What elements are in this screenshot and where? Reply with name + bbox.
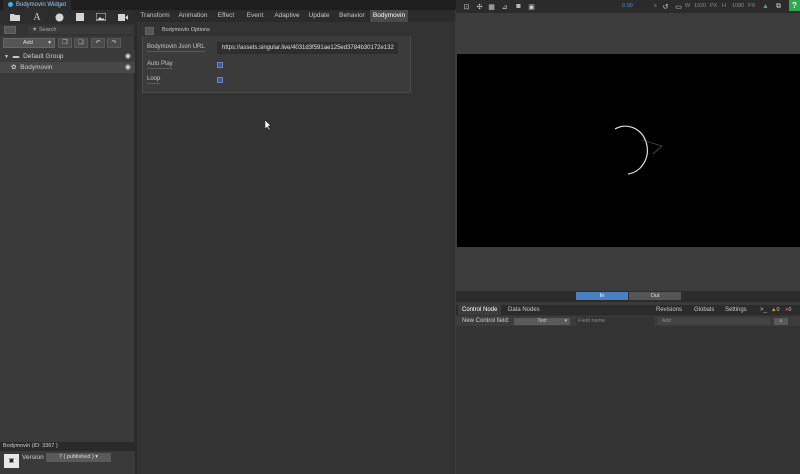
control-node-panel xyxy=(456,305,800,474)
add-label: Add xyxy=(23,40,33,46)
new-field-label: New Control field: xyxy=(462,318,510,324)
version-label: Version xyxy=(22,454,44,461)
undo-icon[interactable]: ↶ xyxy=(91,38,105,48)
loop-label: Loop xyxy=(147,76,161,84)
error-value: 0 xyxy=(788,307,792,313)
monitor-icon[interactable]: ▭ xyxy=(674,2,683,11)
window-title: Bodymovin Widget xyxy=(16,2,67,8)
add-field-button[interactable]: Add xyxy=(658,318,770,325)
tree-group-default[interactable]: ▼ ▬ Default Group ◉ xyxy=(0,51,135,62)
text-icon[interactable]: A xyxy=(31,12,43,23)
tab-control-node[interactable]: Control Node xyxy=(458,305,502,315)
collapse-icon[interactable] xyxy=(145,27,154,35)
layer-search-input[interactable]: ▼ Search xyxy=(28,26,133,34)
square-icon[interactable] xyxy=(74,12,86,22)
video-icon[interactable] xyxy=(117,12,129,22)
filter-icon: ▼ xyxy=(32,27,39,33)
layer-toolbar: A xyxy=(0,10,135,24)
properties-tabs: Transform Animation Effect Event Adaptiv… xyxy=(135,10,455,22)
preview-toolbar: ⊡ ✣ ▦ ⊿ ◙ ▣ 0.00 s ↺ ▭ W 1920 PX H 1080 … xyxy=(456,0,800,13)
chevron-down-icon: ▾ xyxy=(564,318,567,324)
version-select[interactable]: 7 ( published ) ▾ xyxy=(46,453,111,462)
json-url-input[interactable]: https://assets.singular.live/4031d3f591a… xyxy=(217,42,398,54)
image-icon[interactable] xyxy=(95,12,107,22)
add-layer-button[interactable]: Add ▾ xyxy=(3,38,55,48)
snapshot-icon[interactable]: ▣ xyxy=(527,2,536,11)
window-tab[interactable]: Bodymovin Widget xyxy=(3,0,72,10)
tab-globals[interactable]: Globals xyxy=(694,305,714,315)
tab-event[interactable]: Event xyxy=(243,10,267,22)
height-value[interactable]: 1080 xyxy=(732,2,744,11)
tab-update[interactable]: Update xyxy=(307,10,331,22)
copy-icon[interactable]: ❐ xyxy=(58,38,72,48)
time-value: 0.00 xyxy=(622,3,633,9)
app-icon xyxy=(8,1,13,7)
in-button[interactable]: In xyxy=(576,292,628,300)
field-type-value: Text xyxy=(537,318,547,324)
in-out-bar xyxy=(456,291,800,302)
out-button[interactable]: Out xyxy=(629,292,681,300)
tab-data-nodes[interactable]: Data Nodes xyxy=(508,305,540,315)
error-count[interactable]: ●0 xyxy=(785,305,791,315)
autoplay-label: Auto Play xyxy=(147,61,173,69)
tab-effect[interactable]: Effect xyxy=(214,10,238,22)
field-name-input[interactable]: Field name xyxy=(576,317,654,326)
chevron-down-icon: ▾ xyxy=(48,40,51,46)
tab-transform[interactable]: Transform xyxy=(137,10,173,22)
align-icon[interactable]: ⊿ xyxy=(500,2,509,11)
loop-checkbox[interactable] xyxy=(217,77,223,83)
warning-value: 0 xyxy=(776,307,780,313)
width-unit: PX xyxy=(710,3,718,9)
tab-bodymovin[interactable]: Bodymovin xyxy=(370,10,408,22)
paste-icon[interactable]: ❏ xyxy=(74,38,88,48)
time-unit: s xyxy=(654,3,657,9)
preview-status-icon[interactable]: ▲ xyxy=(761,2,770,11)
mouse-cursor-icon xyxy=(264,119,272,132)
layers-panel xyxy=(0,24,135,444)
tree-item-bodymovin[interactable]: ✿ Bodymovin ◉ xyxy=(0,62,135,73)
item-label: Bodymovin xyxy=(20,64,53,71)
field-type-select[interactable]: Text ▾ xyxy=(514,318,570,325)
circle-icon[interactable] xyxy=(53,12,65,22)
tab-behavior[interactable]: Behavior xyxy=(337,10,367,22)
output-canvas[interactable] xyxy=(457,54,800,247)
loading-animation xyxy=(614,125,663,175)
tab-revisions[interactable]: Revisions xyxy=(656,305,682,315)
group-label: Default Group xyxy=(23,53,64,60)
folder-icon[interactable] xyxy=(9,12,21,22)
folder-icon: ▬ xyxy=(12,53,20,60)
safe-area-icon[interactable]: ⊡ xyxy=(462,2,471,11)
help-button[interactable]: ? xyxy=(789,0,800,11)
console-icon[interactable]: >_ xyxy=(760,305,767,315)
json-url-label: Bodymovin Json URL xyxy=(147,44,205,52)
selection-info: Bodymovin (ID: 3367 ) xyxy=(0,442,135,451)
list-view-icon[interactable] xyxy=(4,26,16,34)
popout-icon[interactable]: ⧉ xyxy=(774,2,783,11)
width-label: W xyxy=(685,3,691,9)
grid-icon[interactable]: ▦ xyxy=(487,2,496,11)
widget-icon: ✿ xyxy=(11,64,17,71)
height-unit: PX xyxy=(748,3,756,9)
visibility-eye-icon[interactable]: ◉ xyxy=(125,62,131,73)
redo-icon[interactable]: ↷ xyxy=(107,38,121,48)
version-value: 7 ( published ) xyxy=(58,454,94,460)
expand-icon[interactable]: ▼ xyxy=(4,54,9,60)
height-label: H xyxy=(722,3,726,9)
camera-icon[interactable]: ◙ xyxy=(514,2,523,11)
search-placeholder: Search xyxy=(38,27,57,33)
warning-count[interactable]: ▲0 xyxy=(771,305,780,315)
refresh-icon[interactable]: ↺ xyxy=(661,2,670,11)
crosshair-icon[interactable]: ✣ xyxy=(475,2,484,11)
options-header: Bodymovin Options xyxy=(142,25,411,36)
width-value[interactable]: 1920 xyxy=(694,2,706,11)
visibility-eye-icon[interactable]: ◉ xyxy=(125,51,131,62)
tab-animation[interactable]: Animation xyxy=(175,10,211,22)
tab-adaptive[interactable]: Adaptive xyxy=(272,10,302,22)
tab-settings[interactable]: Settings xyxy=(725,305,747,315)
search-icon[interactable]: ⌕ xyxy=(774,318,788,325)
autoplay-checkbox[interactable] xyxy=(217,62,223,68)
avatar[interactable]: ▣ xyxy=(4,454,19,468)
